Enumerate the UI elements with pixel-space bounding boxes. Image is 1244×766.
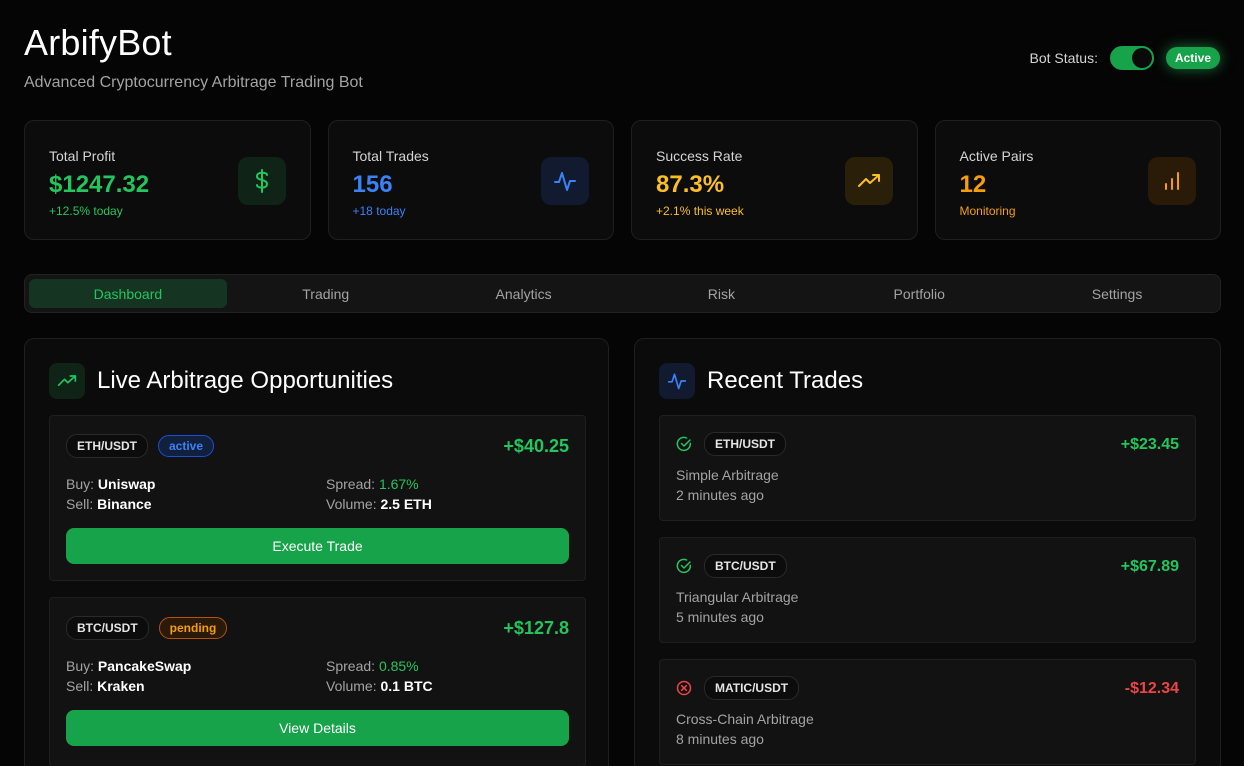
volume-row: Volume: 2.5 ETH [326,496,432,512]
trade-header: ETH/USDT [676,432,786,456]
status-tag: pending [158,617,228,639]
trade-type: Cross-Chain Arbitrage [676,711,814,727]
stat-card-total-trades: Total Trades 156 +18 today [327,120,614,240]
execute-trade-button[interactable]: Execute Trade [66,528,569,564]
stat-sub: +18 today [352,204,406,218]
trade-amount: -$12.34 [1124,680,1179,697]
spread-value: 0.85% [378,658,419,674]
stat-card-active-pairs: Active Pairs 12 Monitoring [934,120,1221,240]
pair-badge: ETH/USDT [66,434,148,458]
status-tag: active [158,435,215,457]
brand: ArbifyBot Advanced Cryptocurrency Arbitr… [24,22,363,92]
trade-row: MATIC/USDT -$12.34 Cross-Chain Arbitrage… [659,659,1196,765]
sell-label: Sell: [66,678,94,694]
opportunity-tags: ETH/USDT active [66,434,215,458]
trade-type: Simple Arbitrage [676,467,779,483]
opportunities-panel: Live Arbitrage Opportunities ETH/USDT ac… [24,338,609,766]
check-circle-icon [676,436,692,452]
buy-row: Buy: Uniswap [66,476,155,492]
trade-time: 8 minutes ago [676,731,764,747]
volume-value: 2.5 ETH [380,496,432,512]
x-circle-icon [676,680,692,696]
opportunity-card: ETH/USDT active +$40.25 Buy: Uniswap Sel… [49,415,586,581]
spread-row: Spread: 0.85% [326,658,419,674]
dollar-icon [237,157,286,205]
trade-row: ETH/USDT +$23.45 Simple Arbitrage 2 minu… [659,415,1196,521]
trade-type: Triangular Arbitrage [676,589,799,605]
opportunities-header: Live Arbitrage Opportunities [49,363,393,399]
spread-row: Spread: 1.67% [326,476,419,492]
tab-trading[interactable]: Trading [227,279,425,308]
stat-sub: +12.5% today [49,204,123,218]
app-title: ArbifyBot [24,22,172,63]
bot-status: Bot Status: Active [1029,46,1220,70]
buy-exchange: PancakeSwap [97,658,192,674]
sell-exchange: Kraken [97,678,145,694]
pair-badge: ETH/USDT [704,432,786,456]
tab-settings[interactable]: Settings [1018,279,1216,308]
sell-row: Sell: Binance [66,496,152,512]
trade-amount: +$23.45 [1120,436,1179,453]
app-subtitle: Advanced Cryptocurrency Arbitrage Tradin… [24,74,363,91]
trade-time: 5 minutes ago [676,609,764,625]
sell-row: Sell: Kraken [66,678,145,694]
toggle-knob [1131,48,1152,68]
sell-label: Sell: [66,496,94,512]
trade-header: MATIC/USDT [676,676,800,700]
volume-label: Volume: [326,496,377,512]
activity-icon [659,363,695,399]
opportunity-profit: +$127.8 [503,618,569,638]
spread-label: Spread: [326,476,376,492]
trade-amount: +$67.89 [1120,558,1179,575]
volume-row: Volume: 0.1 BTC [326,678,433,694]
trending-up-icon [844,157,893,205]
spread-label: Spread: [326,658,376,674]
panel-title: Recent Trades [707,367,864,394]
bot-status-label: Bot Status: [1029,50,1098,66]
recent-trades-panel: Recent Trades ETH/USDT +$23.45 Simple Ar… [634,338,1221,766]
tab-analytics[interactable]: Analytics [425,279,623,308]
view-details-button[interactable]: View Details [66,710,569,746]
volume-value: 0.1 BTC [380,678,433,694]
tab-dashboard[interactable]: Dashboard [29,279,227,308]
pair-badge: BTC/USDT [704,554,787,578]
buy-label: Buy: [66,476,95,492]
trade-time: 2 minutes ago [676,487,764,503]
stat-sub: +2.1% this week [656,204,744,218]
bot-status-toggle[interactable] [1109,46,1154,70]
buy-row: Buy: PancakeSwap [66,658,191,674]
panel-title: Live Arbitrage Opportunities [97,367,394,394]
pair-badge: MATIC/USDT [704,676,800,700]
stat-sub: Monitoring [959,204,1016,218]
recent-trades-header: Recent Trades [659,363,863,399]
volume-label: Volume: [326,678,377,694]
tab-risk[interactable]: Risk [622,279,820,308]
check-circle-icon [676,558,692,574]
tab-portfolio[interactable]: Portfolio [820,279,1018,308]
buy-label: Buy: [66,658,95,674]
main-tabs: Dashboard Trading Analytics Risk Portfol… [24,274,1221,313]
bar-chart-icon [1148,157,1196,205]
pair-badge: BTC/USDT [66,616,149,640]
trade-row: BTC/USDT +$67.89 Triangular Arbitrage 5 … [659,537,1196,643]
opportunity-card: BTC/USDT pending +$127.8 Buy: PancakeSwa… [49,597,586,766]
opportunity-tags: BTC/USDT pending [66,616,228,640]
stat-card-success-rate: Success Rate 87.3% +2.1% this week [631,120,918,240]
trade-header: BTC/USDT [676,554,787,578]
buy-exchange: Uniswap [97,476,156,492]
stats-row: Total Profit $1247.32 +12.5% today Total… [24,120,1221,240]
sell-exchange: Binance [97,496,152,512]
trending-up-icon [49,363,85,399]
opportunity-profit: +$40.25 [503,436,569,456]
status-badge: Active [1165,47,1220,69]
activity-icon [541,157,589,205]
stat-card-total-profit: Total Profit $1247.32 +12.5% today [24,120,311,240]
spread-value: 1.67% [378,476,419,492]
